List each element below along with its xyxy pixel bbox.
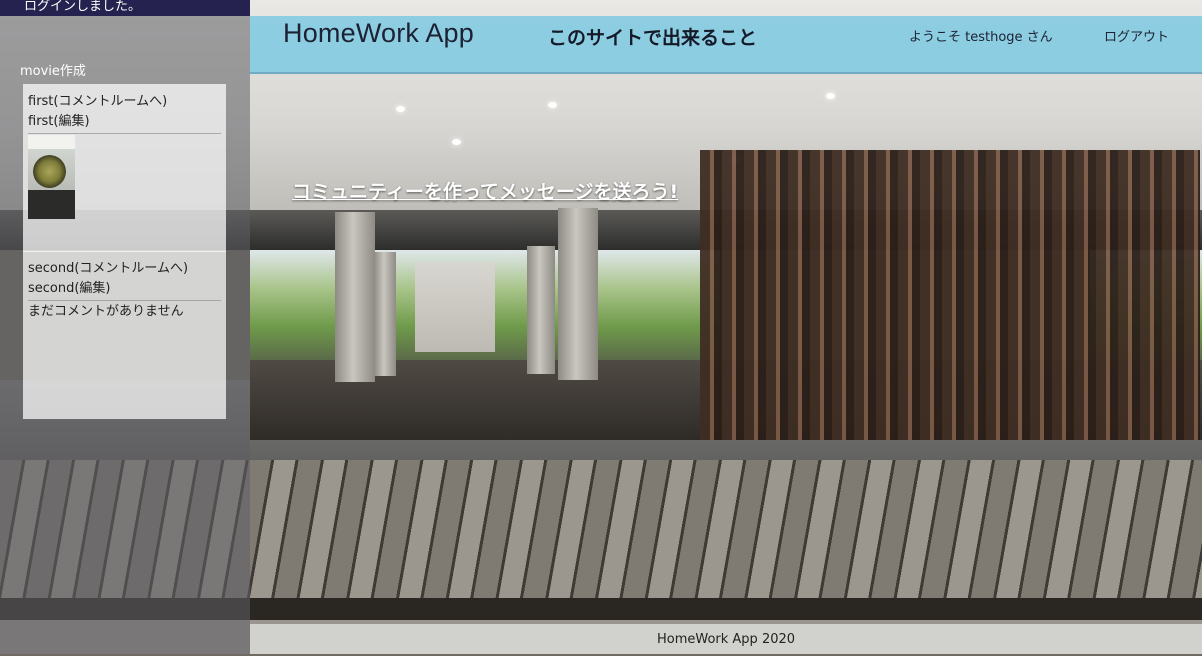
movie-card-first: first(コメントルームへ) first(編集) (23, 84, 226, 252)
building (415, 262, 495, 352)
community-link[interactable]: コミュニティーを作ってメッセージを送ろう! (292, 177, 678, 204)
brand-logo[interactable]: HomeWork App (283, 18, 474, 49)
wooden-louvers (700, 150, 1200, 440)
header: HomeWork App このサイトで出来ること ようこそ testhoge さ… (250, 16, 1202, 74)
jar-icon (33, 155, 66, 188)
flash-message: ログインしました。 (0, 0, 250, 16)
ceiling-light (826, 93, 835, 99)
divider (28, 300, 221, 301)
second-comment-room-link[interactable]: second(コメントルームへ) (28, 259, 221, 279)
logout-link[interactable]: ログアウト (1104, 26, 1169, 45)
no-comments-text: まだコメントがありません (28, 304, 184, 319)
footer-text: HomeWork App 2020 (656, 632, 796, 647)
sidebar: movie作成 first(コメントルームへ) first(編集) second… (0, 16, 250, 654)
first-edit-link[interactable]: first(編集) (28, 112, 221, 132)
movie-card-second: second(コメントルームへ) second(編集) まだコメントがありません (23, 251, 226, 419)
ceiling-light (548, 102, 557, 108)
divider (28, 133, 221, 134)
ceiling-light (452, 139, 461, 145)
pillar (527, 246, 555, 374)
welcome-text: ようこそ testhoge さん (909, 30, 1053, 45)
pillar (335, 212, 375, 382)
create-movie-link[interactable]: movie作成 (20, 60, 86, 79)
pillar (374, 252, 396, 376)
ceiling-light (396, 106, 405, 112)
about-link[interactable]: このサイトで出来ること (548, 23, 757, 50)
movie-thumbnail[interactable] (28, 135, 75, 219)
second-edit-link[interactable]: second(編集) (28, 279, 221, 299)
footer: HomeWork App 2020 (250, 624, 1202, 654)
first-comment-room-link[interactable]: first(コメントルームへ) (28, 92, 221, 112)
pillar (558, 208, 598, 380)
